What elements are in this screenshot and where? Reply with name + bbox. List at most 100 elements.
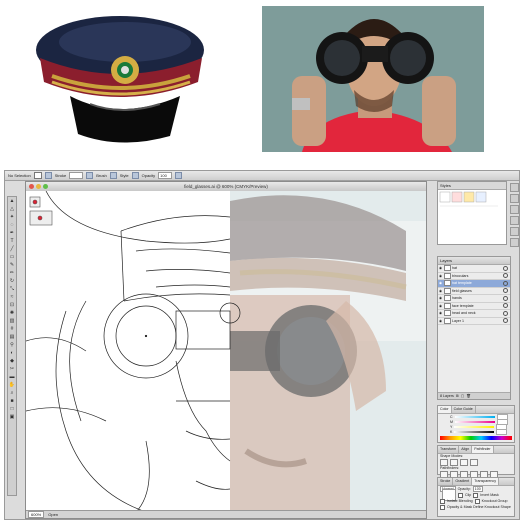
layer-target-icon[interactable] xyxy=(503,265,508,271)
type-tool-icon[interactable]: T xyxy=(8,237,16,244)
opacity-mask-checkbox[interactable] xyxy=(440,504,445,510)
tab-transform[interactable]: Transform xyxy=(438,446,460,453)
cyan-slider[interactable] xyxy=(454,415,495,418)
info-icon[interactable] xyxy=(510,238,519,247)
tab-gradient[interactable]: Gradient xyxy=(453,478,473,485)
layer-target-icon[interactable] xyxy=(503,318,508,324)
delete-layer-icon[interactable]: 🗑 xyxy=(466,394,471,398)
layer-row-selected[interactable]: ◉ hat template xyxy=(438,280,510,288)
swatches-icon[interactable] xyxy=(510,183,519,192)
magenta-slider[interactable] xyxy=(455,420,495,423)
live-paint-tool-icon[interactable]: ◆ xyxy=(8,357,16,364)
brush-dropdown[interactable] xyxy=(109,172,117,179)
invert-mask-checkbox[interactable] xyxy=(473,492,479,498)
tab-transparency[interactable]: Transparency xyxy=(472,478,500,485)
screen-mode-icon[interactable]: ▣ xyxy=(8,413,16,420)
hand-tool-icon[interactable]: ✋ xyxy=(8,381,16,388)
graphic-styles-thumbnails[interactable] xyxy=(438,190,506,244)
line-tool-icon[interactable]: ╱ xyxy=(8,245,16,252)
artboard-canvas[interactable] xyxy=(26,191,427,512)
yellow-slider[interactable] xyxy=(454,425,495,428)
zoom-window-button[interactable] xyxy=(43,184,48,189)
visibility-eye-icon[interactable]: ◉ xyxy=(439,281,443,285)
layers-tab[interactable]: Layers xyxy=(438,257,510,265)
slice-tool-icon[interactable]: ✂ xyxy=(8,365,16,372)
layer-target-icon[interactable] xyxy=(503,303,508,309)
paintbrush-tool-icon[interactable]: ✎ xyxy=(8,261,16,268)
mesh-tool-icon[interactable]: # xyxy=(8,325,16,332)
magic-wand-tool-icon[interactable]: ✦ xyxy=(8,213,16,220)
lasso-tool-icon[interactable]: ◌ xyxy=(8,221,16,228)
new-layer-icon[interactable]: ▢ xyxy=(461,394,464,398)
intersect-button[interactable] xyxy=(460,459,468,466)
eraser-tool-icon[interactable]: ▬ xyxy=(8,373,16,380)
rotate-tool-icon[interactable]: ↻ xyxy=(8,277,16,284)
minimize-window-button[interactable] xyxy=(36,184,41,189)
slider-black[interactable]: K xyxy=(450,428,514,435)
knockout-group-checkbox[interactable] xyxy=(474,498,480,504)
layer-target-icon[interactable] xyxy=(503,288,508,294)
selection-tool-icon[interactable]: ▲ xyxy=(8,197,16,204)
tab-stroke[interactable]: Stroke xyxy=(438,478,454,485)
rectangle-tool-icon[interactable]: ▭ xyxy=(8,253,16,260)
tab-pathfinder[interactable]: Pathfinder xyxy=(472,446,494,453)
fill-dropdown[interactable] xyxy=(44,172,52,179)
symbols-icon[interactable] xyxy=(510,205,519,214)
layer-target-icon[interactable] xyxy=(503,310,508,316)
warp-tool-icon[interactable]: ≈ xyxy=(8,293,16,300)
exclude-button[interactable] xyxy=(470,459,478,466)
layer-target-icon[interactable] xyxy=(503,280,508,286)
new-sublayer-icon[interactable]: ⊞ xyxy=(456,394,459,398)
pen-tool-icon[interactable]: ✒ xyxy=(8,229,16,236)
scale-tool-icon[interactable]: ⤡ xyxy=(8,285,16,292)
fill-stroke-swatch[interactable]: ■ xyxy=(8,397,16,404)
navigator-icon[interactable] xyxy=(510,227,519,236)
visibility-eye-icon[interactable]: ◉ xyxy=(439,319,443,323)
visibility-eye-icon[interactable]: ◉ xyxy=(439,274,443,278)
tab-color-guide[interactable]: Color Guide xyxy=(452,406,476,413)
stroke-weight-field[interactable] xyxy=(69,172,84,179)
graph-tool-icon[interactable]: ▥ xyxy=(8,317,16,324)
layer-target-icon[interactable] xyxy=(503,295,508,301)
opacity-dropdown[interactable] xyxy=(175,172,183,179)
eyedropper-tool-icon[interactable]: ⚲ xyxy=(8,341,16,348)
visibility-eye-icon[interactable]: ◉ xyxy=(439,296,443,300)
tab-align[interactable]: Align xyxy=(459,446,473,453)
graphic-styles-tab[interactable]: Styles xyxy=(438,182,506,190)
appearance-icon[interactable] xyxy=(510,216,519,225)
clip-checkbox[interactable] xyxy=(458,492,463,498)
layer-row[interactable]: ◉ hands xyxy=(438,295,510,303)
layer-target-icon[interactable] xyxy=(503,273,508,279)
layer-row[interactable]: ◉ hat xyxy=(438,265,510,273)
brushes-icon[interactable] xyxy=(510,194,519,203)
opacity-field[interactable]: 100 xyxy=(158,172,173,179)
direct-selection-tool-icon[interactable]: △ xyxy=(8,205,16,212)
layer-row[interactable]: ◉ field glasses xyxy=(438,287,510,295)
zoom-level-field[interactable]: 600% xyxy=(28,511,45,518)
fill-swatch[interactable] xyxy=(33,172,42,179)
stroke-dropdown[interactable] xyxy=(86,172,94,179)
layer-row[interactable]: ◉ face template xyxy=(438,302,510,310)
color-mode-icon[interactable]: □ xyxy=(8,405,16,412)
isolate-blending-checkbox[interactable] xyxy=(440,498,445,504)
pencil-tool-icon[interactable]: ✏ xyxy=(8,269,16,276)
gradient-tool-icon[interactable]: ▤ xyxy=(8,333,16,340)
tab-color[interactable]: Color xyxy=(438,406,452,413)
visibility-eye-icon[interactable]: ◉ xyxy=(439,289,443,293)
symbol-sprayer-tool-icon[interactable]: ✺ xyxy=(8,309,16,316)
visibility-eye-icon[interactable]: ◉ xyxy=(439,311,443,315)
layer-row[interactable]: ◉ binoculars xyxy=(438,272,510,280)
layer-row[interactable]: ◉ head and neck xyxy=(438,310,510,318)
black-slider[interactable] xyxy=(454,430,495,433)
visibility-eye-icon[interactable]: ◉ xyxy=(439,266,443,270)
black-value[interactable] xyxy=(496,428,508,435)
opacity-input[interactable]: 100 xyxy=(472,486,483,492)
free-transform-tool-icon[interactable]: ⊡ xyxy=(8,301,16,308)
color-spectrum[interactable] xyxy=(440,436,512,440)
zoom-tool-icon[interactable]: ⌕ xyxy=(8,389,16,396)
minus-front-button[interactable] xyxy=(450,459,458,466)
blend-tool-icon[interactable]: ◐ xyxy=(8,349,16,356)
layer-row[interactable]: ◉ Layer 1 xyxy=(438,317,510,325)
unite-button[interactable] xyxy=(440,459,448,466)
visibility-eye-icon[interactable]: ◉ xyxy=(439,304,443,308)
